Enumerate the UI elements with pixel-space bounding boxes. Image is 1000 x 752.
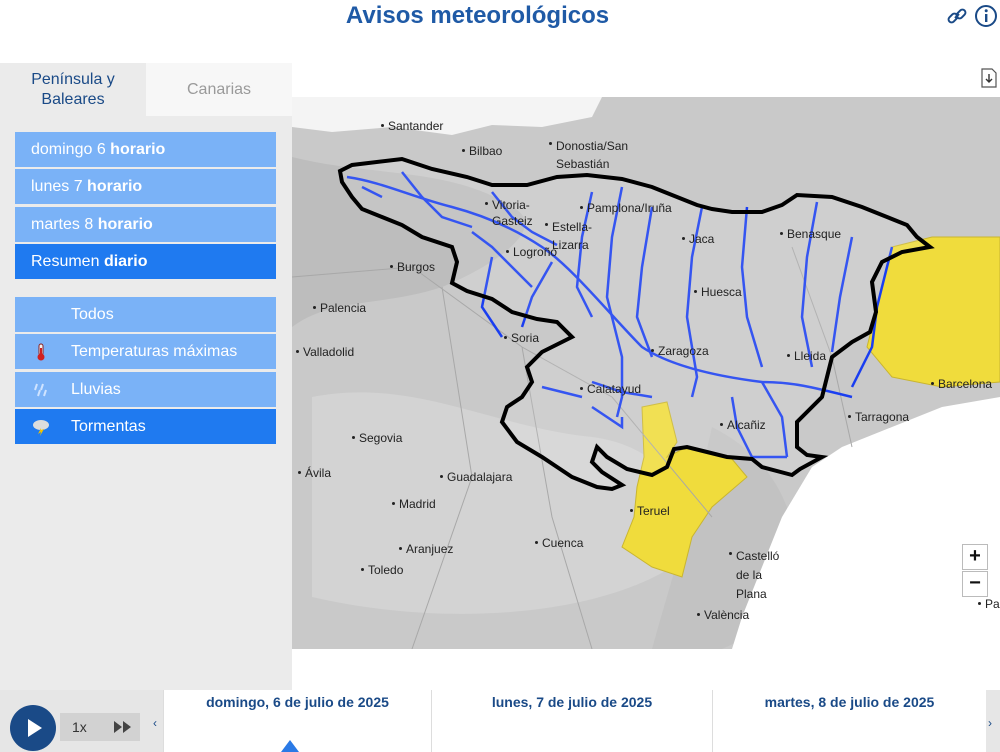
city-label: Burgos (389, 260, 436, 274)
filter-todos[interactable]: Todos (15, 297, 276, 332)
day-label: lunes 7 (31, 178, 83, 196)
filter-tormentas[interactable]: Tormentas (15, 409, 276, 445)
city-label: Tarragona (847, 410, 910, 424)
city-label: Zaragoza (651, 344, 709, 358)
logo-text: aemet (929, 612, 984, 632)
day-list: domingo 6 horario lunes 7 horario martes… (15, 132, 276, 282)
city-label: Vitoria-Gasteiz (485, 197, 542, 229)
speed-label: 1x (72, 719, 87, 735)
timeline-next-arrow[interactable]: › (988, 716, 992, 730)
city-label: Toledo (360, 563, 404, 577)
city-label: Benasque (779, 227, 842, 241)
city-label: Valladolid (295, 345, 355, 359)
link-icon[interactable] (945, 4, 969, 28)
zoom-in-button[interactable]: + (962, 544, 988, 570)
city-label: Segovia (351, 431, 403, 445)
filter-lluvias[interactable]: Lluvias (15, 371, 276, 407)
day-mode: horario (110, 141, 166, 158)
timeline-current-marker (281, 740, 299, 752)
city-label: Aranjuez (398, 542, 454, 556)
city-label: Calatayud (579, 382, 642, 396)
city-label: Madrid (392, 497, 436, 511)
timeline-prev-arrow[interactable]: ‹ (153, 716, 157, 730)
region-tabs: Península y Baleares Canarias (0, 63, 292, 116)
city-label: Huesca (694, 285, 742, 299)
city-label: Donostia/San Sebastián (549, 137, 640, 173)
city-label: Barcelona (930, 377, 993, 391)
day-label: Resumen (31, 253, 100, 271)
filter-list: Todos Temperaturas máximas Lluvias Torme… (15, 297, 276, 447)
filter-label: Lluvias (71, 380, 121, 398)
city-label: Pamplona/Iruña (580, 201, 672, 215)
city-label: Ávila (297, 466, 332, 480)
left-panel: Península y Baleares Canarias domingo 6 … (0, 63, 292, 690)
day-button-martes[interactable]: martes 8 horario (15, 206, 276, 242)
day-label: martes 8 (31, 215, 94, 233)
day-mode: horario (97, 215, 153, 233)
page-title: Avisos meteorológicos (345, 2, 610, 29)
timeline-day-lunes[interactable]: lunes, 7 de julio de 2025 (431, 690, 712, 752)
download-icon[interactable] (980, 68, 998, 88)
city-label: Alcañiz (720, 418, 766, 432)
filter-label: Todos (71, 306, 114, 323)
play-button[interactable] (10, 705, 56, 751)
tab-peninsula[interactable]: Península y Baleares (0, 63, 146, 116)
speed-control[interactable]: 1x (60, 713, 140, 741)
tab-canarias[interactable]: Canarias (146, 63, 292, 116)
filter-label: Tormentas (71, 418, 146, 436)
filter-temperaturas[interactable]: Temperaturas máximas (15, 334, 276, 370)
city-label: Lleida (786, 349, 827, 363)
city-label: Jaca (681, 232, 715, 246)
city-label: València (696, 608, 750, 622)
day-mode: horario (87, 178, 143, 196)
city-label: Soria (503, 331, 540, 345)
filter-label: Temperaturas máximas (71, 343, 238, 361)
fast-forward-icon[interactable] (112, 719, 134, 735)
city-label: Estella-Lizarra (545, 218, 596, 254)
timeline-day-martes[interactable]: martes, 8 de julio de 2025 (712, 690, 986, 752)
warnings-map[interactable]: Santander Bilbao Donostia/San Sebastián … (292, 97, 1000, 649)
city-label: Cuenca (534, 536, 584, 550)
zoom-out-button[interactable]: − (962, 571, 988, 597)
play-icon (28, 719, 42, 737)
city-label: Teruel (630, 504, 670, 518)
storm-icon (33, 420, 49, 437)
info-icon[interactable] (974, 4, 998, 28)
day-button-lunes[interactable]: lunes 7 horario (15, 169, 276, 205)
thermometer-icon (37, 343, 45, 361)
rain-icon (34, 383, 47, 397)
city-label: Santander (380, 119, 444, 133)
app-root: Avisos meteorológicos Península y Balear… (0, 0, 1000, 752)
city-label: Pa (978, 597, 1000, 611)
day-button-resumen[interactable]: Resumen diario (15, 244, 276, 280)
city-label: Castelló de la Plana (729, 547, 792, 604)
city-label: Palencia (312, 301, 367, 315)
day-mode: diario (103, 253, 148, 271)
city-label: Logroño (505, 245, 558, 259)
day-label: domingo 6 (31, 141, 106, 158)
aemet-logo: ✕ aemet (908, 612, 984, 632)
day-button-domingo[interactable]: domingo 6 horario (15, 132, 276, 167)
city-label: Bilbao (461, 144, 503, 158)
city-label: Guadalajara (439, 470, 513, 484)
